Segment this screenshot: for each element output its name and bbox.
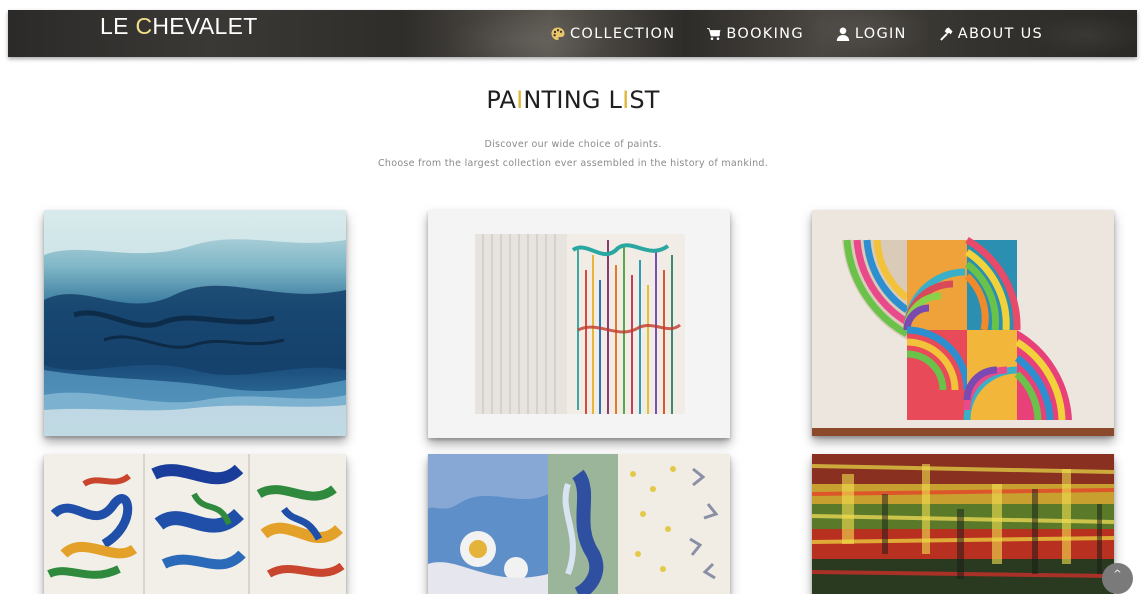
brand-logo[interactable]: LE CHEVALET [100, 13, 258, 40]
subtitle-line-1: Discover our wide choice of paints. [484, 139, 662, 150]
subtitle-line-2: Choose from the largest collection ever … [377, 158, 769, 169]
painting-image-drip-stripes [428, 210, 730, 438]
chevron-up-icon: ^ [1113, 569, 1122, 580]
top-navbar: LE CHEVALET COLLECTION BOOKING LOGIN ABO… [8, 10, 1137, 57]
scroll-to-top-button[interactable]: ^ [1102, 563, 1133, 594]
nav-item-booking[interactable]: BOOKING [706, 26, 804, 42]
painting-image-gestural-triptych [44, 454, 346, 594]
brand-word-2: HEVALET [152, 13, 258, 39]
nav-item-login[interactable]: LOGIN [835, 26, 907, 42]
user-icon [835, 26, 851, 42]
brand-word-1: LE [100, 13, 136, 39]
painting-image-squeegee-abstract [812, 454, 1114, 594]
painting-image-protractor-arcs [812, 210, 1114, 436]
palette-icon [550, 26, 566, 42]
nav-label-booking: BOOKING [726, 26, 804, 42]
painting-card-2[interactable] [428, 210, 730, 438]
title-part-c: ST [629, 86, 660, 114]
cart-icon [706, 26, 722, 42]
hammer-icon [938, 26, 954, 42]
nav-item-about-us[interactable]: ABOUT US [938, 26, 1043, 42]
painting-card-3[interactable] [812, 210, 1114, 436]
page-title: PAINTING LIST [0, 86, 1146, 114]
painting-card-6[interactable] [812, 454, 1114, 594]
painting-image-pattern-figures [428, 454, 730, 594]
painting-card-5[interactable] [428, 454, 730, 594]
title-part-b: NTING L [523, 86, 623, 114]
painting-image-blue-abstract [44, 210, 346, 436]
painting-card-4[interactable] [44, 454, 346, 594]
main-nav: COLLECTION BOOKING LOGIN ABOUT US [550, 26, 1074, 42]
brand-initial-c: C [135, 13, 153, 39]
nav-label-collection: COLLECTION [570, 26, 676, 42]
title-part-a: PA [486, 86, 517, 114]
painting-card-1[interactable] [44, 210, 346, 436]
nav-label-about-us: ABOUT US [957, 26, 1044, 42]
nav-label-login: LOGIN [854, 26, 907, 42]
nav-item-collection[interactable]: COLLECTION [550, 26, 675, 42]
